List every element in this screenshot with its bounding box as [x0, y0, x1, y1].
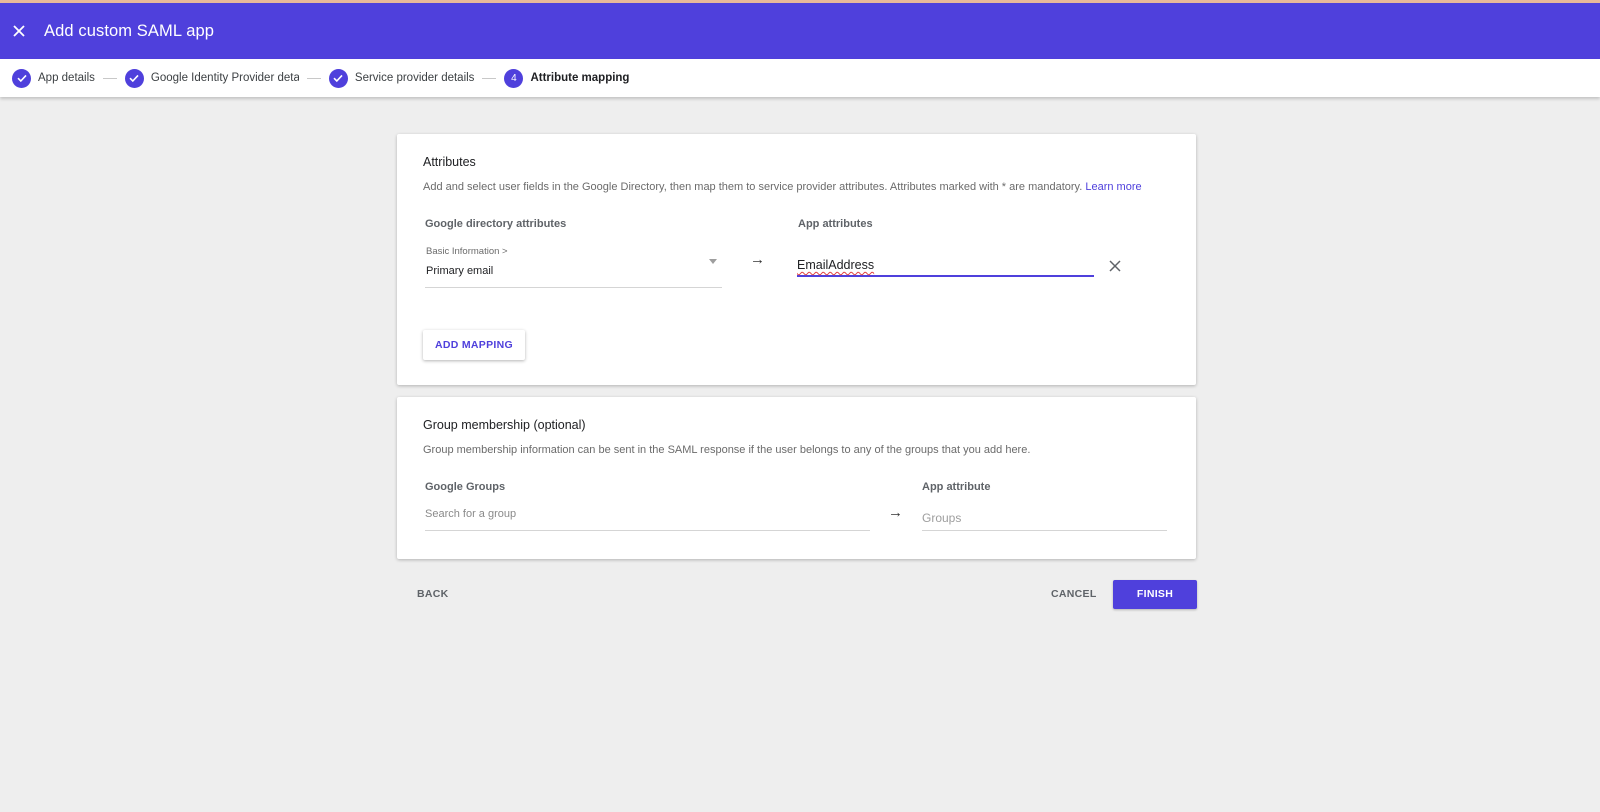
arrow-right-icon: → — [750, 251, 765, 268]
step-label: Attribute mapping — [530, 72, 630, 84]
step-divider — [102, 77, 117, 79]
attribute-value: Primary email — [426, 265, 494, 277]
step-label: Google Identity Provider detail — [150, 72, 299, 84]
step-service-provider-details[interactable]: Service provider details — [328, 68, 475, 88]
close-icon[interactable] — [9, 21, 29, 41]
app-attribute-value: EmailAddress — [797, 258, 875, 272]
group-membership-card: Group membership (optional) Group member… — [397, 397, 1196, 559]
app-attribute-input[interactable]: EmailAddress — [797, 258, 1094, 277]
back-button[interactable]: BACK — [417, 588, 449, 600]
check-icon — [124, 68, 144, 88]
group-search-input[interactable]: Search for a group — [425, 505, 870, 531]
step-google-idp-details[interactable]: Google Identity Provider detail — [124, 68, 299, 88]
step-app-details[interactable]: App details — [12, 68, 95, 88]
page-title: Add custom SAML app — [44, 21, 215, 40]
app-bar: Add custom SAML app — [0, 3, 1600, 59]
arrow-right-icon: → — [888, 504, 903, 521]
step-number: 4 — [504, 68, 524, 88]
finish-button[interactable]: FINISH — [1113, 580, 1197, 609]
check-icon — [328, 68, 348, 88]
step-divider — [482, 77, 497, 79]
dropdown-caret-icon — [709, 259, 717, 264]
attributes-description-text: Add and select user fields in the Google… — [423, 181, 1083, 193]
learn-more-link[interactable]: Learn more — [1085, 181, 1141, 193]
add-mapping-button[interactable]: ADD MAPPING — [423, 330, 525, 360]
google-directory-attributes-header: Google directory attributes — [425, 218, 567, 230]
attributes-title: Attributes — [423, 155, 476, 169]
app-attribute-header: App attribute — [922, 481, 991, 493]
step-divider — [306, 77, 321, 79]
group-membership-description: Group membership information can be sent… — [423, 444, 1031, 456]
google-groups-header: Google Groups — [425, 481, 506, 493]
app-attributes-header: App attributes — [798, 218, 873, 230]
attributes-card: Attributes Add and select user fields in… — [397, 134, 1196, 385]
attribute-category: Basic Information > — [426, 246, 508, 257]
step-label: Service provider details — [354, 72, 475, 84]
step-label: App details — [38, 72, 95, 84]
check-icon — [12, 68, 31, 88]
group-membership-title: Group membership (optional) — [423, 418, 586, 432]
attributes-description: Add and select user fields in the Google… — [423, 181, 1142, 193]
remove-mapping-icon[interactable] — [1108, 259, 1122, 273]
step-attribute-mapping[interactable]: 4 Attribute mapping — [504, 68, 630, 88]
cancel-button[interactable]: CANCEL — [1051, 588, 1097, 600]
groups-app-attribute-input[interactable]: Groups — [922, 509, 1167, 531]
google-attribute-select[interactable]: Basic Information > Primary email — [425, 244, 722, 288]
stepper: App details Google Identity Provider det… — [0, 59, 1600, 97]
